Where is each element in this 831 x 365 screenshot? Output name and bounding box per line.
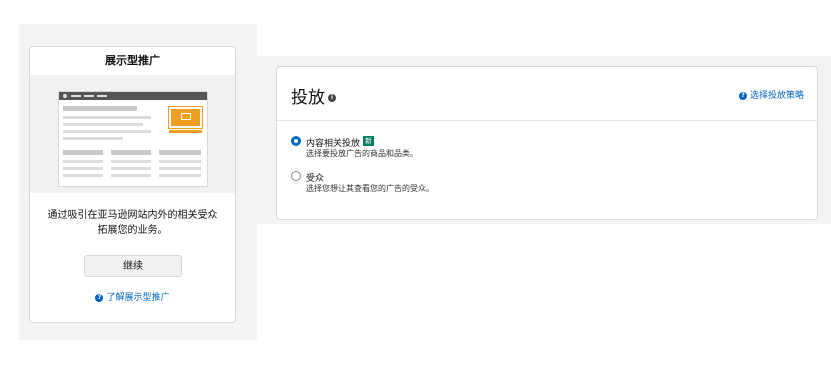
question-circle-icon: ? bbox=[95, 293, 104, 302]
placeholder-line bbox=[111, 150, 151, 155]
placeholder-line bbox=[63, 167, 103, 170]
placeholder-line bbox=[63, 174, 103, 177]
browser-dot bbox=[63, 94, 67, 98]
image-icon bbox=[181, 113, 191, 120]
radio-audiences[interactable] bbox=[291, 171, 301, 181]
placeholder-line bbox=[63, 106, 137, 111]
strategy-link-label: 选择投放策略 bbox=[749, 91, 804, 101]
targeting-title: 投放 i bbox=[291, 83, 336, 108]
browser-dash bbox=[84, 95, 94, 97]
card-title: 展示型推广 bbox=[30, 47, 235, 76]
card-description: 通过吸引在亚马逊网站内外的相关受众 拓展您的业务。 bbox=[30, 208, 235, 238]
webpage-illustration bbox=[58, 91, 208, 187]
illustration-area bbox=[30, 75, 235, 193]
targeting-header: 投放 i ? 选择投放策略 bbox=[277, 67, 817, 121]
sponsored-display-card: 展示型推广 通过吸引在亚马逊网站内外的相关受众 拓展您的业务。 继续 ? 了解展… bbox=[29, 46, 236, 323]
new-badge: 新 bbox=[363, 136, 375, 146]
placeholder-line bbox=[159, 160, 201, 163]
ad-image-placeholder bbox=[168, 106, 203, 129]
placeholder-line bbox=[63, 160, 103, 163]
placeholder-line bbox=[111, 160, 151, 163]
placeholder-line bbox=[63, 130, 151, 133]
option-description: 选择您想让其查看您的广告的受众。 bbox=[306, 184, 434, 193]
description-line: 通过吸引在亚马逊网站内外的相关受众 bbox=[47, 210, 218, 221]
ad-caption-bar bbox=[169, 130, 202, 133]
learn-more-label: 了解展示型推广 bbox=[106, 293, 170, 303]
targeting-title-text: 投放 bbox=[291, 88, 325, 108]
continue-button[interactable]: 继续 bbox=[84, 255, 182, 277]
placeholder-line bbox=[159, 174, 201, 177]
placeholder-line bbox=[111, 174, 151, 177]
placeholder-line bbox=[159, 150, 201, 155]
browser-dash bbox=[97, 95, 107, 97]
placeholder-line bbox=[63, 137, 123, 140]
placeholder-line bbox=[111, 167, 151, 170]
description-line: 拓展您的业务。 bbox=[97, 225, 168, 236]
choose-strategy-link[interactable]: ? 选择投放策略 bbox=[738, 88, 804, 101]
info-circle-icon[interactable]: i bbox=[328, 94, 336, 102]
option-description: 选择要投放广告的商品和品类。 bbox=[306, 149, 418, 158]
placeholder-line bbox=[159, 167, 201, 170]
placeholder-line bbox=[63, 150, 103, 155]
radio-contextual-targeting[interactable] bbox=[291, 136, 301, 146]
question-circle-icon: ? bbox=[738, 91, 747, 100]
placeholder-line bbox=[63, 123, 143, 126]
browser-dash bbox=[71, 95, 81, 97]
learn-more-link[interactable]: ? 了解展示型推广 bbox=[30, 290, 235, 303]
browser-bar bbox=[59, 92, 207, 100]
targeting-card: 投放 i ? 选择投放策略 内容相关投放新 选择要投放广告的商品和品类。 受众 选择… bbox=[276, 66, 818, 220]
placeholder-line bbox=[63, 116, 151, 119]
